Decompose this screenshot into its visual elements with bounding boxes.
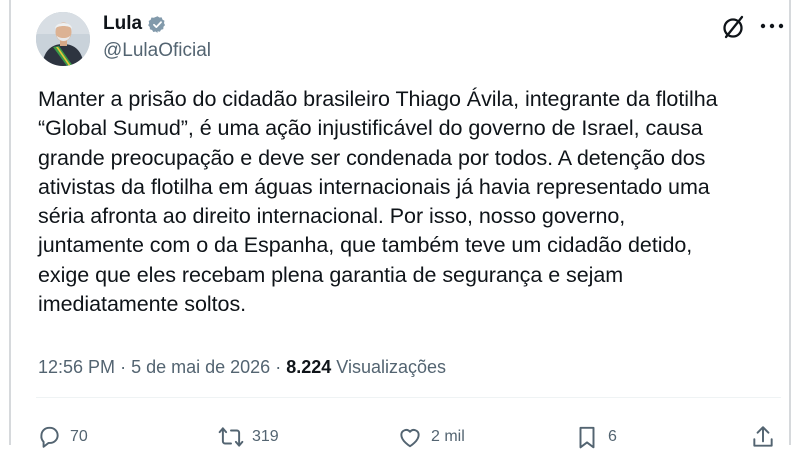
bookmark-icon [579,426,595,449]
views-count: 8.224 [286,357,332,377]
tweet-text: Manter a prisão do cidadão brasileiro Th… [38,87,718,317]
verified-badge-icon[interactable] [148,15,167,34]
action-bar: 70 319 2 mil 6 [11,424,789,454]
bookmark-count: 6 [608,428,617,445]
meta-separator: · [120,357,127,377]
reply-icon [40,426,59,448]
share-icon [753,426,773,447]
repost-button[interactable]: 319 [218,424,279,450]
share-button[interactable] [750,424,776,450]
author-name[interactable]: Lula [103,13,142,35]
more-icon[interactable] [759,13,785,39]
like-icon [400,429,420,448]
tweet-card: Lula @LulaOficial Manter a prisão do cid… [9,0,791,449]
repost-icon [218,427,244,447]
reply-count: 70 [70,428,88,445]
tweet-meta: 12:56 PM · 5 de mai de 2026 · 8.224 Visu… [38,357,446,378]
like-button[interactable]: 2 mil [397,424,465,450]
meta-separator: · [275,357,282,377]
divider [36,397,781,398]
like-count: 2 mil [431,428,465,445]
author-handle[interactable]: @LulaOficial [103,40,211,62]
grok-icon[interactable] [720,13,748,41]
author-row: Lula [103,13,167,35]
bookmark-button[interactable]: 6 [574,424,617,450]
tweet-time[interactable]: 12:56 PM [38,357,115,377]
reply-button[interactable]: 70 [36,424,88,450]
avatar-portrait-icon [36,12,90,66]
avatar[interactable] [36,12,90,66]
tweet-date[interactable]: 5 de mai de 2026 [131,357,270,377]
repost-count: 319 [252,428,279,445]
views-label: Visualizações [336,357,447,377]
